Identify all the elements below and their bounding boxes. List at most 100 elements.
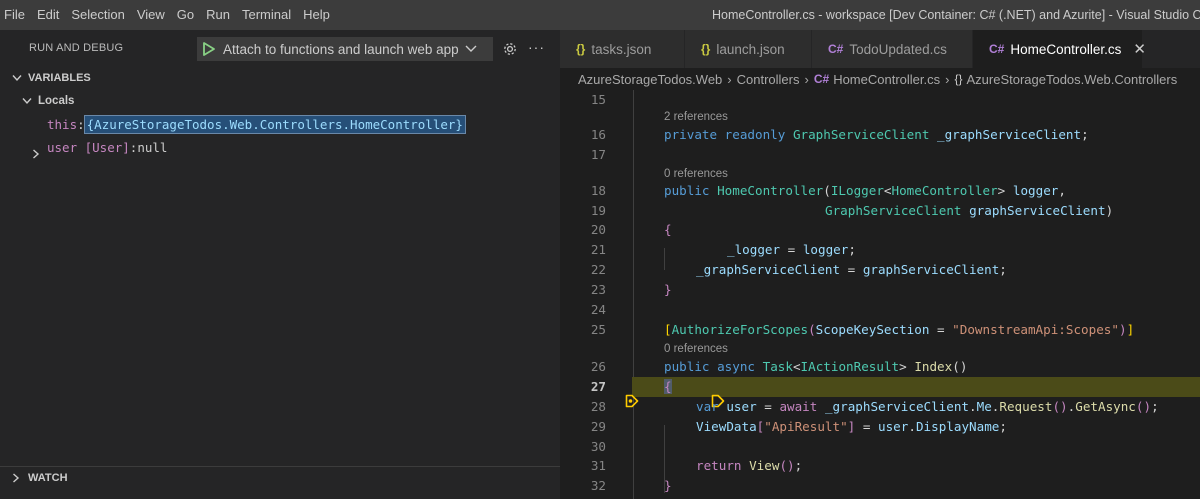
line-number: 21: [590, 242, 606, 258]
menu-edit[interactable]: Edit: [33, 0, 67, 30]
menu-selection[interactable]: Selection: [67, 0, 132, 30]
code-line: 19 GraphServiceClient graphServiceClient…: [560, 201, 1200, 221]
code-line: 26 public async Task<IActionResult> Inde…: [560, 357, 1200, 377]
run-and-debug-panel: RUN AND DEBUG Attach to functions and la…: [0, 30, 560, 499]
line-number: 31: [590, 458, 606, 474]
code-line: 18 public HomeController(ILogger<HomeCon…: [560, 181, 1200, 201]
code-text: return View();: [696, 458, 803, 474]
code-line: 31 return View();: [560, 456, 1200, 476]
more-actions-icon[interactable]: ···: [528, 39, 545, 55]
csharp-file-icon: C#: [989, 42, 1005, 56]
tab-todoupdated-cs[interactable]: C# TodoUpdated.cs: [812, 30, 973, 68]
code-line: 30: [560, 437, 1200, 457]
code-text: {: [664, 222, 672, 238]
current-execution-line: 27 {: [560, 377, 1200, 408]
menu-terminal[interactable]: Terminal: [238, 0, 299, 30]
line-number: 20: [590, 222, 606, 238]
chevron-down-icon: [22, 97, 32, 105]
close-icon[interactable]: ✕: [1133, 40, 1146, 58]
line-number: 32: [590, 478, 606, 494]
code-line: 20 {: [560, 220, 1200, 240]
tab-label: HomeController.cs: [1010, 41, 1122, 57]
breadcrumb-item[interactable]: HomeController.cs: [833, 72, 940, 87]
variable-user[interactable]: user [User]: null: [47, 136, 167, 158]
tab-tasks-json[interactable]: {} tasks.json: [560, 30, 685, 68]
menu-file[interactable]: File: [0, 0, 33, 30]
breadcrumb-item[interactable]: AzureStorageTodos.Web: [578, 72, 722, 87]
code-line: 17: [560, 145, 1200, 165]
variable-this[interactable]: this: {AzureStorageTodos.Web.Controllers…: [47, 113, 466, 135]
tab-homecontroller-cs[interactable]: C# HomeController.cs ✕: [973, 30, 1146, 68]
variables-section-header[interactable]: VARIABLES: [0, 67, 560, 89]
locals-scope[interactable]: Locals: [22, 90, 74, 112]
code-line: 16 private readonly GraphServiceClient _…: [560, 125, 1200, 145]
editor-tabs: {} tasks.json {} launch.json C# TodoUpda…: [560, 30, 1200, 68]
chevron-down-icon: [465, 45, 477, 53]
breadcrumb-item[interactable]: Controllers: [737, 72, 800, 87]
menu-go[interactable]: Go: [173, 0, 202, 30]
menu-view[interactable]: View: [133, 0, 173, 30]
code-line: 21 _logger = logger;: [560, 240, 1200, 260]
code-editor[interactable]: 15 2 references 16 private readonly Grap…: [560, 90, 1200, 499]
code-text: {: [664, 379, 672, 395]
chevron-right-icon[interactable]: [32, 149, 40, 159]
watch-label: WATCH: [28, 472, 68, 484]
tab-launch-json[interactable]: {} launch.json: [685, 30, 812, 68]
code-text: public async Task<IActionResult> Index(): [664, 359, 968, 375]
codelens-references[interactable]: 0 references: [664, 165, 728, 182]
launch-config-label: Attach to functions and launch web app: [223, 41, 459, 57]
code-line: 15: [560, 90, 1200, 110]
code-line: 22 _graphServiceClient = graphServiceCli…: [560, 260, 1200, 280]
chevron-right-icon: [12, 473, 24, 483]
gear-icon[interactable]: [502, 41, 518, 57]
line-number: 29: [590, 419, 606, 435]
tab-label: tasks.json: [591, 41, 652, 57]
line-number: 15: [590, 92, 606, 108]
code-text: [AuthorizeForScopes(ScopeKeySection = "D…: [664, 322, 1135, 338]
line-number: 28: [590, 399, 606, 415]
chevron-right-icon: ›: [727, 71, 732, 87]
variable-name: user [User]: [47, 139, 130, 155]
line-number: 27: [590, 379, 606, 395]
launch-config-dropdown[interactable]: Attach to functions and launch web app: [197, 37, 493, 61]
code-line: 25 [AuthorizeForScopes(ScopeKeySection =…: [560, 320, 1200, 340]
code-text: }: [664, 478, 672, 494]
watch-section-header[interactable]: WATCH: [0, 467, 560, 489]
editor-group: {} tasks.json {} launch.json C# TodoUpda…: [560, 30, 1200, 499]
breadcrumb: AzureStorageTodos.Web › Controllers › C#…: [560, 68, 1200, 90]
codelens-references[interactable]: 0 references: [664, 340, 728, 357]
breadcrumb-item[interactable]: AzureStorageTodos.Web.Controllers: [966, 72, 1177, 87]
variables-label: VARIABLES: [28, 72, 91, 84]
panel-title: RUN AND DEBUG: [29, 42, 124, 54]
menu-help[interactable]: Help: [299, 0, 338, 30]
code-line: 24: [560, 300, 1200, 320]
menu-run[interactable]: Run: [202, 0, 238, 30]
namespace-icon: {}: [954, 72, 963, 86]
variable-separator: :: [129, 139, 138, 155]
line-number: 17: [590, 147, 606, 163]
line-number: 16: [590, 127, 606, 143]
start-debugging-icon[interactable]: [203, 42, 215, 56]
variable-separator: :: [77, 116, 85, 132]
chevron-right-icon: ›: [945, 71, 950, 87]
code-text: private readonly GraphServiceClient _gra…: [664, 127, 1089, 143]
line-number: 18: [590, 183, 606, 199]
code-text: _logger = logger;: [727, 242, 856, 258]
line-number: 22: [590, 262, 606, 278]
code-line: 23 }: [560, 280, 1200, 300]
code-text: ViewData["ApiResult"] = user.DisplayName…: [696, 419, 1007, 435]
menu-bar: File Edit Selection View Go Run Terminal…: [0, 0, 338, 30]
code-line: 29 ViewData["ApiResult"] = user.DisplayN…: [560, 417, 1200, 437]
chevron-right-icon: ›: [804, 71, 809, 87]
tab-label: launch.json: [716, 41, 785, 57]
line-number: 19: [590, 203, 606, 219]
variable-value: null: [137, 139, 168, 155]
line-number: 23: [590, 282, 606, 298]
codelens-references[interactable]: 2 references: [664, 108, 728, 125]
line-number: 30: [590, 439, 606, 455]
variable-value: {AzureStorageTodos.Web.Controllers.HomeC…: [83, 114, 466, 134]
line-number: 24: [590, 302, 606, 318]
window-title: HomeController.cs - workspace [Dev Conta…: [712, 8, 1200, 22]
line-number: 25: [590, 322, 606, 338]
chevron-down-icon: [12, 74, 24, 82]
